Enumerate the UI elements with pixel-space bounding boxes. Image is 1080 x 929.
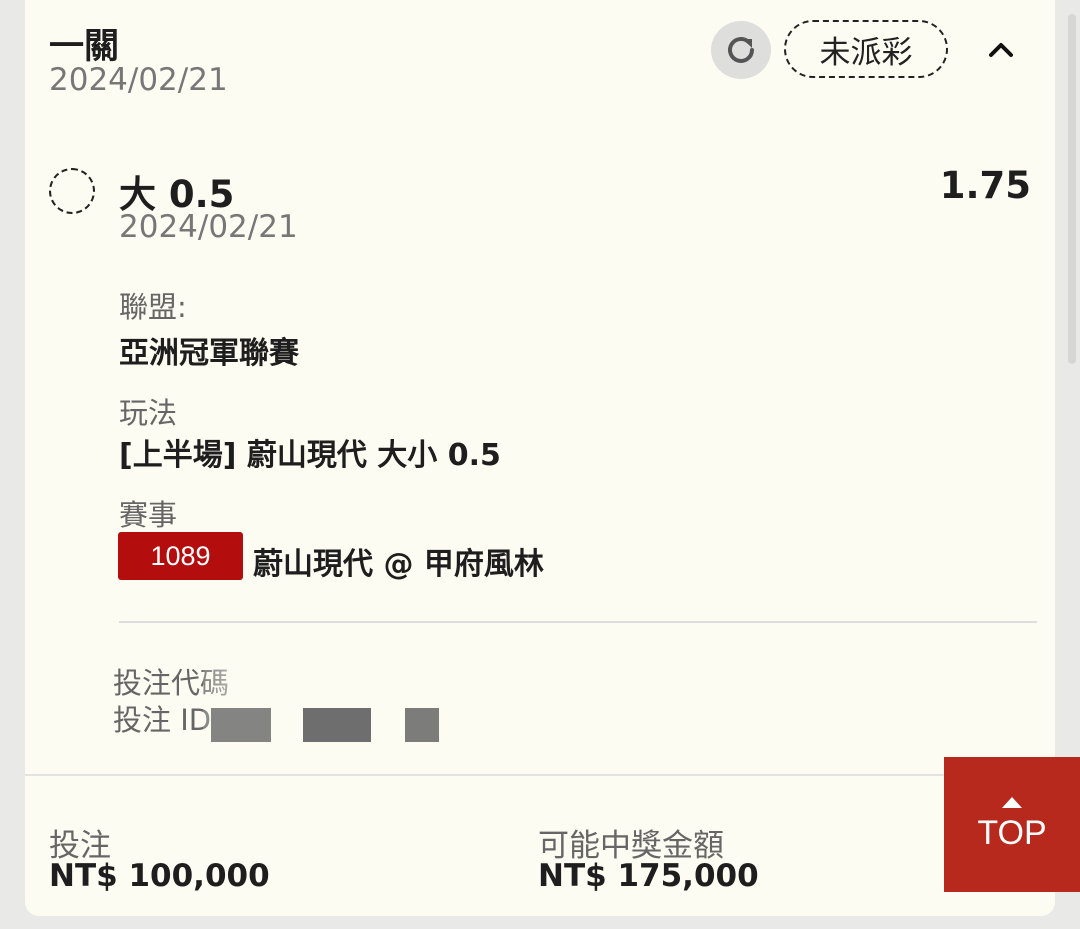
- league-value: 亞洲冠軍聯賽: [119, 336, 299, 371]
- selection-status-icon: [49, 168, 95, 214]
- event-name: 蔚山現代 @ 甲府風林: [253, 547, 544, 582]
- redacted-block: [303, 708, 371, 742]
- status-badge: 未派彩: [784, 20, 948, 78]
- refresh-button[interactable]: [711, 21, 771, 79]
- market-value: [上半場] 蔚山現代 大小 0.5: [119, 438, 501, 473]
- event-number-badge: 1089: [118, 532, 243, 580]
- scrollbar[interactable]: [1068, 14, 1076, 364]
- back-to-top-button[interactable]: TOP: [944, 757, 1080, 892]
- selection-odds: 1.75: [939, 164, 1031, 207]
- top-label: TOP: [977, 813, 1047, 852]
- chevron-up-icon: [989, 43, 1013, 57]
- bet-id-label: 投注 ID: [113, 703, 212, 737]
- redacted-block: [405, 708, 439, 742]
- refresh-icon: [728, 36, 754, 63]
- collapse-button[interactable]: [983, 32, 1019, 68]
- market-label: 玩法: [119, 396, 178, 430]
- divider: [119, 621, 1037, 623]
- bet-card: 一關 2024/02/21 未派彩 大 0.5 1.75 2024/02/21 …: [25, 0, 1055, 916]
- redacted-block: [211, 708, 271, 742]
- footer-divider: [25, 774, 1055, 776]
- stake-value: NT$ 100,000: [49, 858, 270, 894]
- arrow-up-icon: [1002, 796, 1022, 808]
- event-label: 賽事: [119, 498, 178, 532]
- selection-date: 2024/02/21: [119, 209, 298, 245]
- league-label: 聯盟:: [119, 290, 187, 324]
- payout-value: NT$ 175,000: [538, 858, 759, 894]
- bet-date: 2024/02/21: [49, 62, 228, 98]
